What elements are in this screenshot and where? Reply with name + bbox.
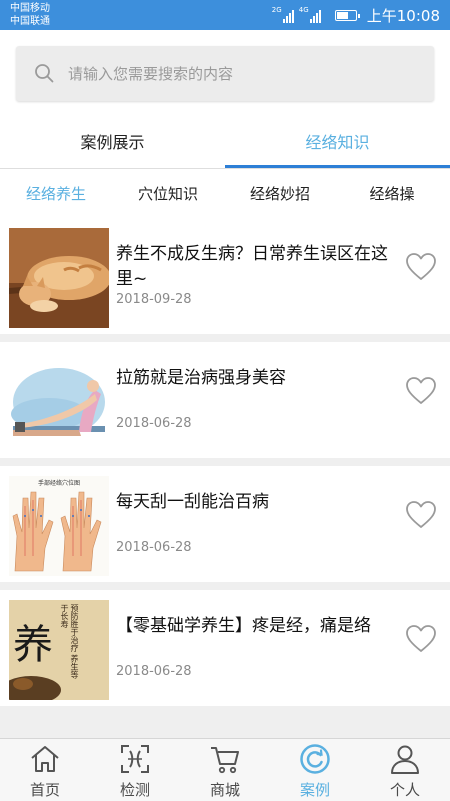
network-type-2: 4G	[298, 5, 309, 14]
article-thumbnail-hand-chart: 手部经络穴位图	[9, 476, 109, 576]
search-input[interactable]: 请输入您需要搜索的内容	[16, 46, 434, 101]
carrier-2: 中国联通	[10, 16, 50, 27]
signal-4g-icon: 4G	[299, 6, 321, 23]
article-thumbnail-calligraphy: 养 预防胜于治疗 养生等于长寿	[9, 600, 109, 700]
battery-icon	[334, 10, 360, 21]
article-date: 2018-09-28	[116, 292, 192, 307]
nav-label: 检测	[119, 781, 150, 799]
nav-label: 案例	[299, 781, 330, 799]
article-item[interactable]: 拉筋就是治病强身美容 2018-06-28	[0, 342, 450, 458]
cart-icon	[211, 747, 239, 774]
person-icon	[391, 745, 419, 774]
signal-2g-icon: 2G	[272, 6, 294, 23]
scan-icon	[121, 745, 149, 773]
clock: 上午10:08	[366, 7, 440, 25]
subtab-meridian-health[interactable]: 经络养生	[0, 169, 112, 219]
calligraphy-character: 养	[13, 622, 53, 668]
heart-icon[interactable]	[405, 500, 437, 530]
subtab-acupoint-knowledge[interactable]: 穴位知识	[112, 169, 224, 219]
calligraphy-motto: 预防胜于治疗 养生等于长寿	[60, 604, 79, 679]
heart-icon[interactable]	[405, 376, 437, 406]
article-thumbnail-stretching	[9, 352, 109, 452]
article-title: 【零基础学养生】疼是经，痛是络	[116, 616, 371, 636]
heart-icon[interactable]	[405, 252, 437, 282]
nav-label: 个人	[389, 781, 420, 799]
article-title: 每天刮一刮能治百病	[116, 492, 269, 512]
network-type-1: 2G	[271, 5, 282, 14]
article-title: 养生不成反生病？日常养生误区在这里~	[116, 244, 388, 289]
chart-caption: 手部经络穴位图	[38, 479, 80, 487]
search-section: 请输入您需要搜索的内容	[0, 30, 450, 120]
carrier-info: 中国移动 中国联通	[10, 2, 50, 28]
bottom-navigation: 首页 检测 商城 案例 个人	[0, 738, 450, 801]
article-item[interactable]: 手部经络穴位图 每天刮一刮能治百病 2018-06-28	[0, 466, 450, 582]
home-icon	[31, 746, 59, 772]
nav-shop[interactable]: 商城	[180, 739, 270, 801]
nav-scan[interactable]: 检测	[90, 739, 180, 801]
tab-meridian-knowledge[interactable]: 经络知识	[225, 120, 450, 168]
status-indicators: 2G 4G 上午10:08	[272, 5, 440, 26]
subtab-meridian-exercise[interactable]: 经络操	[336, 169, 448, 219]
carrier-1: 中国移动	[10, 3, 50, 14]
main-tabs: 案例展示 经络知识	[0, 120, 450, 169]
article-thumbnail-cat	[9, 228, 109, 328]
subtab-meridian-tips[interactable]: 经络妙招	[224, 169, 336, 219]
nav-home[interactable]: 首页	[0, 739, 90, 801]
article-title: 拉筋就是治病强身美容	[116, 368, 286, 388]
article-date: 2018-06-28	[116, 540, 192, 555]
tab-case-showcase[interactable]: 案例展示	[0, 120, 225, 168]
article-date: 2018-06-28	[116, 664, 192, 679]
nav-cases[interactable]: 案例	[270, 739, 360, 801]
article-date: 2018-06-28	[116, 416, 192, 431]
article-item[interactable]: 养生不成反生病？日常养生误区在这里~ 2018-09-28	[0, 218, 450, 334]
status-bar: 中国移动 中国联通 2G 4G 上午10:08	[0, 0, 450, 30]
article-item[interactable]: 养 预防胜于治疗 养生等于长寿 【零基础学养生】疼是经，痛是络 2018-06-…	[0, 590, 450, 706]
sub-tabs: 经络养生 穴位知识 经络妙招 经络操	[0, 169, 450, 220]
nav-label: 首页	[29, 781, 60, 799]
heart-icon[interactable]	[405, 624, 437, 654]
search-placeholder: 请输入您需要搜索的内容	[68, 65, 234, 83]
nav-profile[interactable]: 个人	[360, 739, 450, 801]
search-icon	[35, 64, 54, 83]
case-icon	[300, 744, 330, 774]
nav-label: 商城	[209, 781, 240, 799]
